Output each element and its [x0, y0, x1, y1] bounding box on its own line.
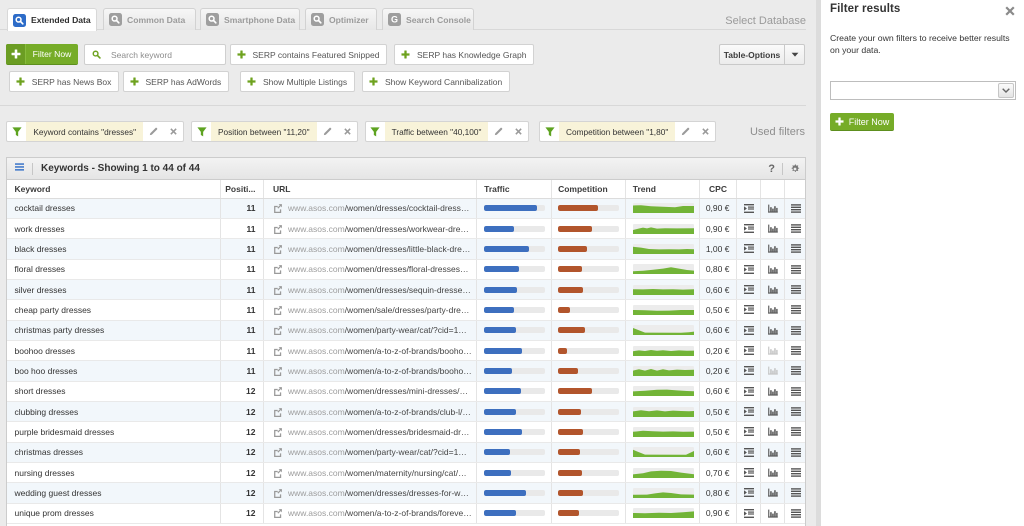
svg-text:G: G — [391, 15, 398, 25]
